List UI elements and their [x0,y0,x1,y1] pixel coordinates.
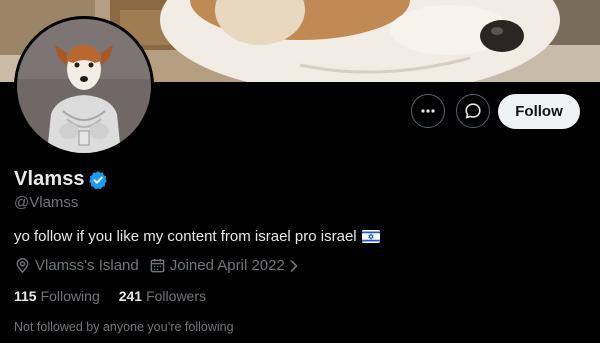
following-link[interactable]: 115 Following [14,288,100,304]
follow-counts: 115 Following 241 Followers [14,288,206,304]
followers-count: 241 [118,288,143,304]
joined-text: Joined April 2022 [169,257,285,274]
joined-item[interactable]: Joined April 2022 [149,257,303,274]
not-followed-notice: Not followed by anyone you’re following [14,320,234,334]
location-text: Vlamss's Island [35,257,139,274]
more-button[interactable] [411,94,445,128]
calendar-icon [150,258,165,273]
message-bubble-icon [465,103,481,119]
follow-button[interactable]: Follow [498,94,580,129]
display-name-row: Vlamss [14,168,108,191]
location-item: Vlamss's Island [14,257,139,274]
profile-avatar[interactable] [14,16,154,156]
followers-link[interactable]: 241 Followers [119,288,206,304]
following-label: Following [40,288,100,304]
bio-text: yo follow if you like my content from is… [14,228,357,245]
message-button[interactable] [456,94,490,128]
location-pin-icon [16,257,29,274]
followers-label: Followers [146,288,206,304]
dog-avatar-image [17,19,151,153]
verified-badge-icon[interactable] [88,170,108,190]
chevron-right-icon [290,259,298,272]
username-handle: @Vlamss [14,194,79,211]
following-count: 115 [14,288,37,304]
profile-meta-row: Vlamss's Island Joined April 2022 [14,257,303,274]
display-name: Vlamss [14,168,85,190]
ellipsis-icon [421,109,435,113]
israel-flag-icon [361,230,380,243]
profile-bio: yo follow if you like my content from is… [14,228,380,245]
